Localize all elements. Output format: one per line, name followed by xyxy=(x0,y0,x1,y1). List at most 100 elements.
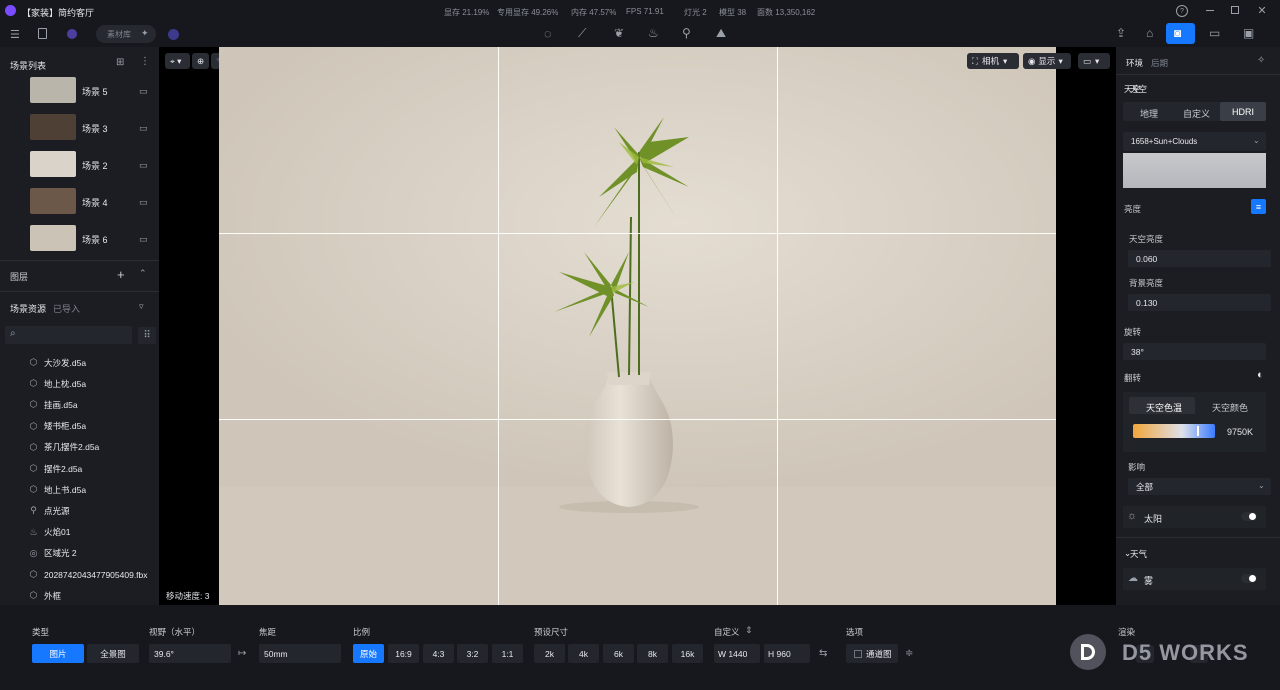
fire-icon[interactable]: ♨ xyxy=(648,26,659,40)
camera-icon[interactable]: ▭ xyxy=(139,197,148,208)
viewport[interactable]: ⌖ ▾ ⊕ ✎ xyxy=(159,47,1116,605)
tab-custom[interactable]: 自定义 xyxy=(1183,107,1210,120)
tab-geo[interactable]: 地理 xyxy=(1140,107,1158,120)
filter-icon[interactable]: ▿ xyxy=(139,301,144,312)
restore-icon[interactable] xyxy=(1231,6,1239,14)
asset-item[interactable]: ⬡ 茶几摆件2.d5a xyxy=(28,437,158,458)
more-icon[interactable]: ⋮ xyxy=(140,56,150,67)
tab-hdri[interactable]: HDRI xyxy=(1220,102,1266,121)
asset-item[interactable]: ⬡ 外框 xyxy=(28,585,158,606)
menu-icon[interactable]: ☰ xyxy=(10,28,20,41)
asset-item[interactable]: ⬡ 挂画.d5a xyxy=(28,394,158,415)
scene-item[interactable]: 场景 4 ▭ xyxy=(0,185,159,222)
camera-mode-button[interactable]: ◙ xyxy=(1166,23,1195,44)
tab-sky-color[interactable]: 天空颜色 xyxy=(1212,401,1248,414)
asset-search-input[interactable]: ⌕ xyxy=(5,326,132,344)
checkbox-icon xyxy=(854,649,862,658)
render-queue-icon[interactable]: ▣ xyxy=(1243,26,1254,40)
scene-item[interactable]: 场景 2 ▭ xyxy=(0,148,159,185)
tab-sky-temp[interactable]: 天空色温 xyxy=(1129,397,1195,414)
library-button[interactable]: 素材库 ✦ xyxy=(96,25,156,43)
asset-icon[interactable]: ⌂ xyxy=(1146,26,1153,40)
camera-icon[interactable]: ▭ xyxy=(139,234,148,245)
ratio-1-1-button[interactable]: 1:1 xyxy=(492,644,523,663)
ratio-original-button[interactable]: 原始 xyxy=(353,644,384,663)
video-icon[interactable]: ▭ xyxy=(1209,26,1220,40)
leaf-icon[interactable]: ❦ xyxy=(614,26,624,40)
light-bulb-icon[interactable]: ◌ xyxy=(544,26,552,41)
view-dropdown[interactable]: ▭ ▾ xyxy=(1078,53,1110,69)
asset-item[interactable]: ⬡ 地上枕.d5a xyxy=(28,373,158,394)
ratio-3-2-button[interactable]: 3:2 xyxy=(457,644,488,663)
camera-icon[interactable]: ▭ xyxy=(139,160,148,171)
asset-item[interactable]: ⬡ 摆件2.d5a xyxy=(28,458,158,479)
fov-input[interactable]: 39.6° xyxy=(149,644,231,663)
preset-4k-button[interactable]: 4k xyxy=(568,644,599,663)
type-panorama-button[interactable]: 全景图 xyxy=(87,644,139,663)
collapse-icon[interactable]: ⌃ xyxy=(139,268,147,279)
scene-item[interactable]: 场景 3 ▭ xyxy=(0,111,159,148)
grid-view-icon[interactable]: ⠿ xyxy=(138,327,156,344)
slider-thumb[interactable] xyxy=(1196,426,1199,436)
add-scene-icon[interactable]: ⊞ xyxy=(116,57,124,68)
assets-title[interactable]: 场景资源 xyxy=(10,302,46,315)
render-preview[interactable] xyxy=(219,47,1056,605)
channel-checkbox[interactable]: 通道图 xyxy=(846,644,898,663)
cloud-icon[interactable] xyxy=(67,29,77,39)
spotlight-icon[interactable]: ⚲ xyxy=(682,26,691,40)
preset-8k-button[interactable]: 8k xyxy=(637,644,668,663)
width-input[interactable]: W 1440 xyxy=(714,644,760,663)
wand-icon[interactable]: ✧ xyxy=(1257,55,1265,66)
camera-icon[interactable]: ▭ xyxy=(139,123,148,134)
asset-item[interactable]: ⬡ 2028742043477905409.fbx xyxy=(28,564,158,585)
camera-icon[interactable]: ▭ xyxy=(139,86,148,97)
sun-toggle[interactable] xyxy=(1241,512,1257,521)
asset-item[interactable]: ⬡ 大沙发.d5a xyxy=(28,352,158,373)
minimize-icon[interactable] xyxy=(1206,10,1214,11)
temperature-slider[interactable] xyxy=(1133,424,1215,438)
display-dropdown[interactable]: ◉ 显示 ▾ xyxy=(1023,53,1071,69)
scene-item[interactable]: 场景 5 ▭ xyxy=(0,74,159,111)
hdri-preview[interactable] xyxy=(1123,153,1266,188)
file-icon[interactable] xyxy=(38,28,47,39)
swap-icon[interactable]: ⇆ xyxy=(819,648,827,659)
share-icon[interactable]: ⇪ xyxy=(1116,26,1126,40)
sky-brightness-input[interactable]: 0.060 xyxy=(1128,250,1271,267)
tab-post[interactable]: 后期 xyxy=(1151,57,1168,69)
ratio-4-3-button[interactable]: 4:3 xyxy=(423,644,454,663)
adjust-icon[interactable]: ≡ xyxy=(1251,199,1266,214)
terrain-icon[interactable]: ⛰ xyxy=(716,26,726,41)
bg-brightness-input[interactable]: 0.130 xyxy=(1128,294,1271,311)
ratio-16-9-button[interactable]: 16:9 xyxy=(388,644,419,663)
asset-item[interactable]: ⚲ 点光源 xyxy=(28,500,158,521)
close-icon[interactable]: ✕ xyxy=(1256,4,1268,17)
assistant-icon[interactable] xyxy=(168,29,179,40)
type-image-button[interactable]: 图片 xyxy=(32,644,84,663)
link-icon[interactable]: ↦ xyxy=(238,648,246,659)
asset-item[interactable]: ⬡ 矮书柜.d5a xyxy=(28,416,158,437)
fog-toggle[interactable] xyxy=(1241,574,1257,583)
influence-select[interactable]: 全部 ⌄ xyxy=(1128,478,1271,495)
height-input[interactable]: H 960 xyxy=(764,644,810,663)
add-layer-icon[interactable]: + xyxy=(117,267,125,282)
preset-16k-button[interactable]: 16k xyxy=(672,644,703,663)
contrast-icon[interactable]: ◐ xyxy=(1257,369,1264,381)
asset-item[interactable]: ⬡ 地上书.d5a xyxy=(28,479,158,500)
globe-icon[interactable]: ⊕ xyxy=(192,53,209,69)
settings-sliders-icon[interactable]: ≑ xyxy=(905,648,913,659)
scene-item[interactable]: 场景 6 ▭ xyxy=(0,222,159,259)
tab-environment[interactable]: 环境 xyxy=(1126,57,1143,69)
asset-item[interactable]: ◎ 区域光 2 xyxy=(28,543,158,564)
imported-tab[interactable]: 已导入 xyxy=(53,302,80,315)
rotation-input[interactable]: 38° xyxy=(1123,343,1266,360)
hdri-select[interactable]: 1658+Sun+Clouds ⌄ xyxy=(1123,132,1266,151)
help-icon[interactable]: ? xyxy=(1176,5,1188,17)
camera-dropdown[interactable]: ⛶ 相机 ▾ xyxy=(967,53,1019,69)
preset-6k-button[interactable]: 6k xyxy=(603,644,634,663)
focal-input[interactable]: 50mm xyxy=(259,644,341,663)
preset-2k-button[interactable]: 2k xyxy=(534,644,565,663)
transform-tool-button[interactable]: ⌖ ▾ xyxy=(165,53,190,69)
path-icon[interactable]: ⟋ xyxy=(578,26,586,41)
asset-item[interactable]: ♨ 火焰01 xyxy=(28,522,158,543)
sort-icon[interactable]: ⇕ xyxy=(745,625,753,636)
